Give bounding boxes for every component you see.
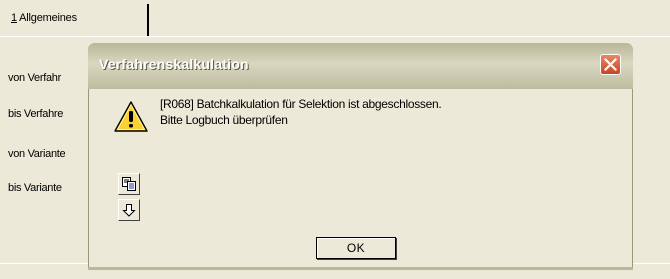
tab-label: Allgemeines	[16, 12, 77, 24]
label-von-variante: von Variante	[8, 148, 66, 160]
close-icon	[604, 58, 617, 71]
save-to-file-button[interactable]	[118, 199, 140, 221]
ok-button[interactable]: OK	[316, 237, 396, 259]
label-von-verfahren: von Verfahr	[8, 72, 61, 84]
message-line-2: Bitte Logbuch überprüfen	[160, 113, 288, 127]
copy-button[interactable]	[118, 173, 140, 195]
tab-strip: 1 Allgemeines	[0, 0, 670, 37]
label-bis-verfahren: bis Verfahre	[8, 108, 64, 120]
tab-allgemeines[interactable]: 1 Allgemeines	[11, 12, 77, 24]
arrow-down-icon	[122, 204, 136, 217]
close-button[interactable]	[600, 54, 621, 75]
copy-icon	[122, 177, 136, 191]
message-dialog: Verfahrenskalkulation [R068] Batchkalkul…	[88, 43, 633, 270]
warning-icon	[114, 101, 148, 132]
tab-separator-line	[0, 36, 670, 37]
dialog-title: Verfahrenskalkulation	[99, 56, 249, 72]
dialog-bottom-border	[88, 267, 633, 270]
dialog-titlebar[interactable]: Verfahrenskalkulation	[88, 43, 633, 89]
message-line-1: [R068] Batchkalkulation für Selektion is…	[160, 97, 442, 111]
dialog-client-area: [R068] Batchkalkulation für Selektion is…	[91, 89, 630, 267]
label-bis-variante: bis Variante	[8, 182, 62, 194]
tab-divider	[147, 4, 149, 36]
